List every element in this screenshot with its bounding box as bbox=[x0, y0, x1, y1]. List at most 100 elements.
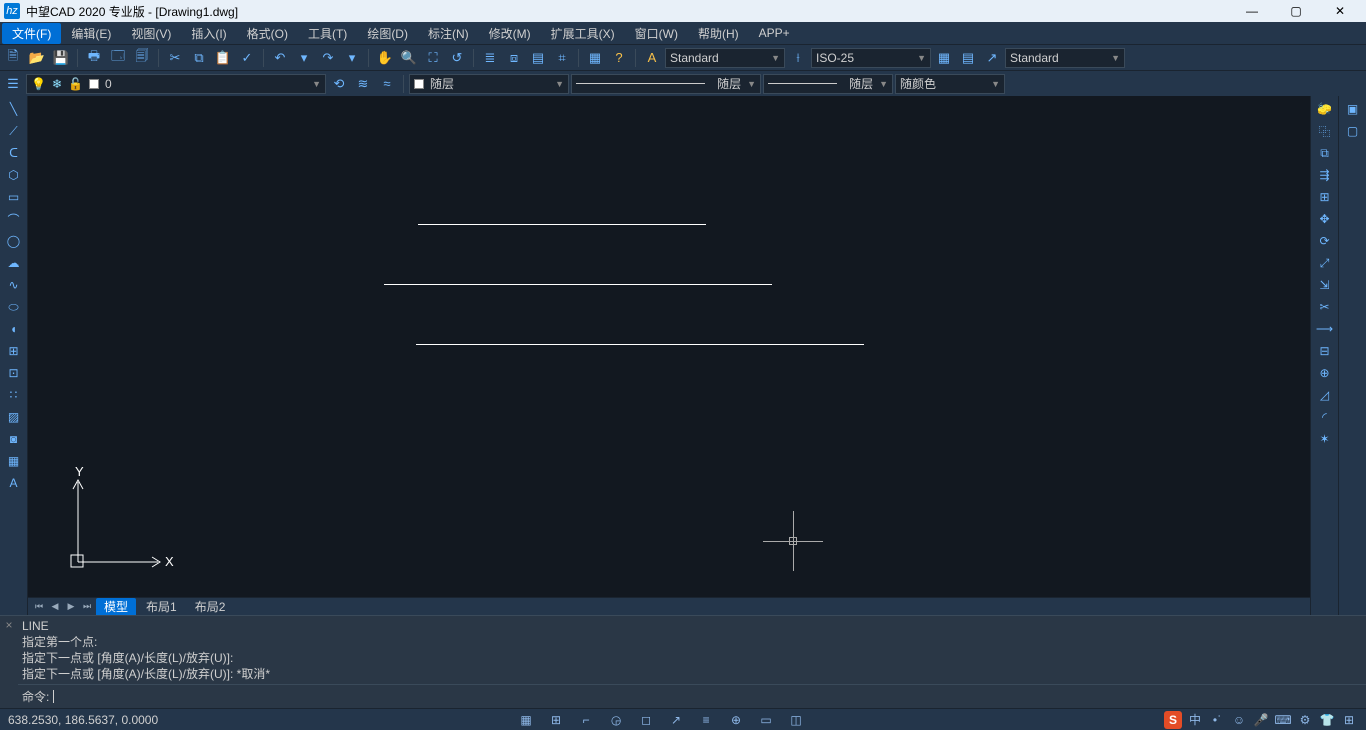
menu-insert[interactable]: 插入(I) bbox=[181, 23, 236, 44]
layer-prev-icon[interactable]: ⟲ bbox=[328, 73, 350, 95]
undo-icon[interactable]: ↶ bbox=[269, 47, 291, 69]
redo-dropdown-icon[interactable]: ▾ bbox=[341, 47, 363, 69]
osnap-toggle-icon[interactable]: ◻ bbox=[637, 711, 655, 729]
ime-punct-icon[interactable]: •ˈ bbox=[1208, 711, 1226, 729]
mleader-icon[interactable]: ↗ bbox=[981, 47, 1003, 69]
ime-skin-icon[interactable]: 👕 bbox=[1318, 711, 1336, 729]
menu-modify[interactable]: 修改(M) bbox=[479, 23, 541, 44]
model-toggle-icon[interactable]: ▭ bbox=[757, 711, 775, 729]
ime-setting-icon[interactable]: ⚙ bbox=[1296, 711, 1314, 729]
polygon-icon[interactable]: ⬡ bbox=[3, 166, 25, 184]
point-icon[interactable]: ∷ bbox=[3, 386, 25, 404]
fillet-icon[interactable]: ◜ bbox=[1314, 408, 1336, 426]
plotstyle-dropdown[interactable]: 随颜色 ▼ bbox=[895, 74, 1005, 94]
ellipse-icon[interactable]: ⬭ bbox=[3, 298, 25, 316]
revcloud-icon[interactable]: ☁ bbox=[3, 254, 25, 272]
linetype-dropdown[interactable]: 随层 ▼ bbox=[571, 74, 761, 94]
layer-dropdown[interactable]: 💡 ❄ 🔓 0 ▼ bbox=[26, 74, 326, 94]
color-dropdown[interactable]: 随层 ▼ bbox=[409, 74, 569, 94]
open-icon[interactable]: 📂 bbox=[26, 47, 48, 69]
command-window-close-icon[interactable]: × bbox=[0, 616, 18, 708]
calculator-icon[interactable]: ⌗ bbox=[551, 47, 573, 69]
menu-view[interactable]: 视图(V) bbox=[121, 23, 181, 44]
move-icon[interactable]: ✥ bbox=[1314, 210, 1336, 228]
insert-block-icon[interactable]: ⊞ bbox=[3, 342, 25, 360]
menu-help[interactable]: 帮助(H) bbox=[688, 23, 749, 44]
ime-voice-icon[interactable]: 🎤 bbox=[1252, 711, 1270, 729]
menu-ext[interactable]: 扩展工具(X) bbox=[541, 23, 625, 44]
array-icon[interactable]: ⊞ bbox=[1314, 188, 1336, 206]
paste-icon[interactable]: 📋 bbox=[212, 47, 234, 69]
tab-prev-button[interactable]: ◀ bbox=[48, 600, 62, 614]
ortho-toggle-icon[interactable]: ⌐ bbox=[577, 711, 595, 729]
print-preview-icon[interactable]: 🗔 bbox=[107, 47, 129, 69]
tablestyle-icon[interactable]: ▦ bbox=[933, 47, 955, 69]
extend-icon[interactable]: ⟶ bbox=[1314, 320, 1336, 338]
properties-icon[interactable]: ≣ bbox=[479, 47, 501, 69]
tab-first-button[interactable]: ⏮ bbox=[32, 600, 46, 614]
menu-app[interactable]: APP+ bbox=[749, 24, 800, 42]
grid-toggle-icon[interactable]: ⊞ bbox=[547, 711, 565, 729]
region-icon[interactable]: ◙ bbox=[3, 430, 25, 448]
tab-next-button[interactable]: ▶ bbox=[64, 600, 78, 614]
help-icon[interactable]: ? bbox=[608, 47, 630, 69]
bring-front-icon[interactable]: ▣ bbox=[1342, 100, 1364, 118]
join-icon[interactable]: ⊕ bbox=[1314, 364, 1336, 382]
dim-style-dropdown[interactable]: ISO-25▼ bbox=[811, 48, 931, 68]
menu-tool[interactable]: 工具(T) bbox=[298, 23, 357, 44]
zoom-prev-icon[interactable]: ↺ bbox=[446, 47, 468, 69]
scale-icon[interactable]: ⤢ bbox=[1314, 254, 1336, 272]
ellipsearc-icon[interactable]: ◖ bbox=[3, 320, 25, 338]
tablestyle-list-icon[interactable]: ▤ bbox=[957, 47, 979, 69]
tab-last-button[interactable]: ⏭ bbox=[80, 600, 94, 614]
command-input[interactable]: 命令: bbox=[18, 684, 1366, 708]
textstyle-icon[interactable]: A bbox=[641, 47, 663, 69]
mtext-icon[interactable]: A bbox=[3, 474, 25, 492]
tab-layout1[interactable]: 布局1 bbox=[138, 598, 185, 615]
rectangle-icon[interactable]: ▭ bbox=[3, 188, 25, 206]
copy-obj-icon[interactable]: ⿻ bbox=[1314, 122, 1336, 140]
undo-dropdown-icon[interactable]: ▾ bbox=[293, 47, 315, 69]
layer-manager-icon[interactable]: ☰ bbox=[2, 73, 24, 95]
pline-icon[interactable]: ᑕ bbox=[3, 144, 25, 162]
table-icon[interactable]: ▦ bbox=[3, 452, 25, 470]
tab-layout2[interactable]: 布局2 bbox=[187, 598, 234, 615]
hatch-icon[interactable]: ▨ bbox=[3, 408, 25, 426]
dyn-toggle-icon[interactable]: ⊕ bbox=[727, 711, 745, 729]
arc-icon[interactable]: ⌒ bbox=[3, 210, 25, 228]
pan-icon[interactable]: ✋ bbox=[374, 47, 396, 69]
spline-icon[interactable]: ∿ bbox=[3, 276, 25, 294]
new-icon[interactable]: 🗎 bbox=[2, 47, 24, 69]
window-minimize-button[interactable]: — bbox=[1230, 0, 1274, 22]
tab-model[interactable]: 模型 bbox=[96, 598, 136, 615]
ime-lang-icon[interactable]: 中 bbox=[1186, 711, 1204, 729]
design-center-icon[interactable]: ⧈ bbox=[503, 47, 525, 69]
menu-edit[interactable]: 编辑(E) bbox=[61, 23, 121, 44]
circle-icon[interactable]: ◯ bbox=[3, 232, 25, 250]
redo-icon[interactable]: ↷ bbox=[317, 47, 339, 69]
zoom-win-icon[interactable]: ⛶ bbox=[422, 47, 444, 69]
command-history[interactable]: LINE 指定第一个点: 指定下一点或 [角度(A)/长度(L)/放弃(U)]:… bbox=[18, 616, 1366, 684]
cut-icon[interactable]: ✂ bbox=[164, 47, 186, 69]
snap-toggle-icon[interactable]: ▦ bbox=[517, 711, 535, 729]
lwt-toggle-icon[interactable]: ≡ bbox=[697, 711, 715, 729]
send-back-icon[interactable]: ▢ bbox=[1342, 122, 1364, 140]
print-icon[interactable]: 🖶 bbox=[83, 47, 105, 69]
table-style-dropdown[interactable]: Standard▼ bbox=[1005, 48, 1125, 68]
dimstyle-icon[interactable]: ⟊ bbox=[787, 47, 809, 69]
polar-toggle-icon[interactable]: ◶ bbox=[607, 711, 625, 729]
ime-icon[interactable]: S bbox=[1164, 711, 1182, 729]
publish-icon[interactable]: 🗐 bbox=[131, 47, 153, 69]
rotate-icon[interactable]: ⟳ bbox=[1314, 232, 1336, 250]
block-icon[interactable]: ▦ bbox=[584, 47, 606, 69]
ime-emoji-icon[interactable]: ☺ bbox=[1230, 711, 1248, 729]
chamfer-icon[interactable]: ◿ bbox=[1314, 386, 1336, 404]
copy-icon[interactable]: ⧉ bbox=[188, 47, 210, 69]
cycle-toggle-icon[interactable]: ◫ bbox=[787, 711, 805, 729]
xline-icon[interactable]: ⟋ bbox=[3, 122, 25, 140]
match-prop-icon[interactable]: ✓ bbox=[236, 47, 258, 69]
menu-draw[interactable]: 绘图(D) bbox=[357, 23, 418, 44]
explode-icon[interactable]: ✶ bbox=[1314, 430, 1336, 448]
break-icon[interactable]: ⊟ bbox=[1314, 342, 1336, 360]
coord-readout[interactable]: 638.2530, 186.5637, 0.0000 bbox=[8, 713, 158, 727]
